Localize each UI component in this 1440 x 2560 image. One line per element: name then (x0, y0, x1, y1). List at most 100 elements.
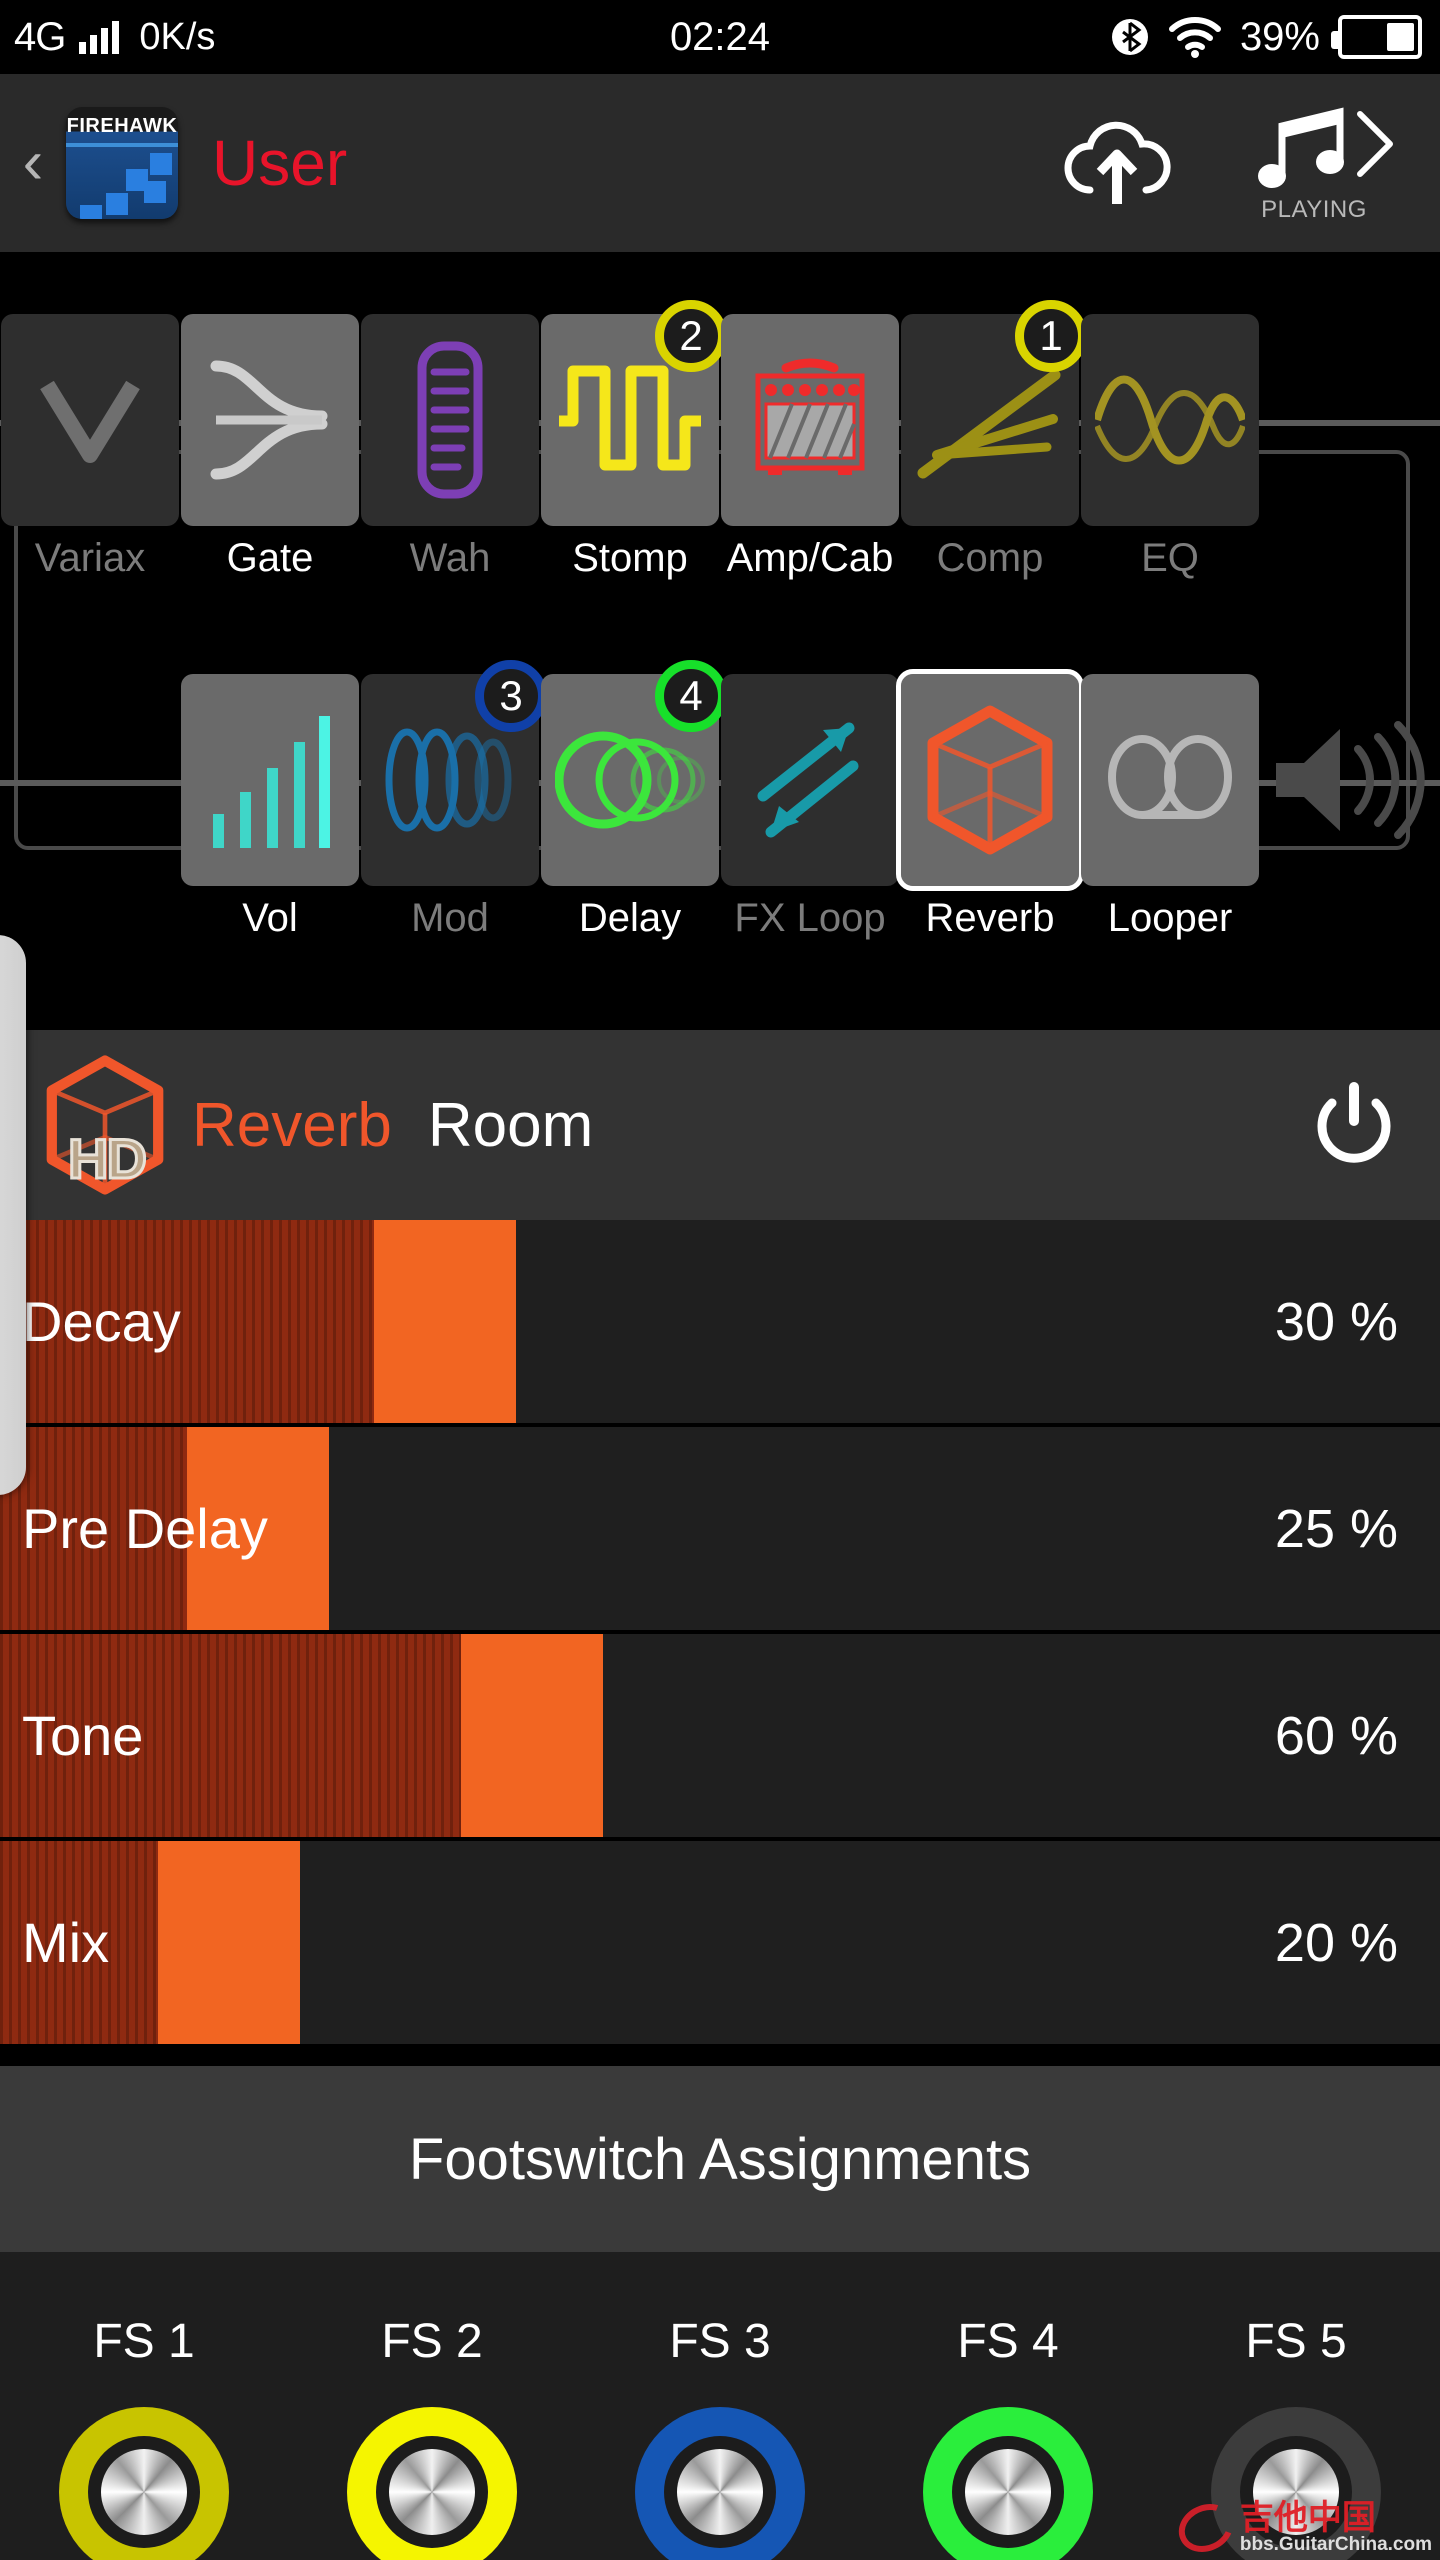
footswitch-knob[interactable] (347, 2407, 517, 2560)
effect-detail-panel: HD Reverb Room Decay 30 % Pre Delay 25 %… (0, 1030, 1440, 2048)
stomp-icon (559, 365, 701, 471)
hd-label: HD (67, 1126, 149, 1192)
chain-block-reverb[interactable]: Reverb (896, 669, 1084, 940)
chain-block-wah[interactable]: Wah (360, 314, 540, 580)
chain-tile[interactable]: 4 (541, 660, 727, 886)
cloud-upload-icon[interactable] (1062, 118, 1172, 208)
footswitch-label: FS 5 (1245, 2315, 1347, 2368)
chain-row2-head (0, 674, 180, 886)
footswitch-fs4[interactable]: FS 4 (864, 2252, 1152, 2560)
footswitch-label: FS 4 (957, 2315, 1059, 2368)
power-icon[interactable] (1310, 1081, 1398, 1169)
icon-pixel (106, 193, 128, 215)
chain-tile[interactable]: 3 (361, 660, 547, 886)
chain-block-stomp[interactable]: 2 Stomp (540, 300, 727, 580)
status-bar: 4G 0K/s 02:24 39% (0, 0, 1440, 74)
effect-model-label[interactable]: Room (428, 1090, 593, 1161)
footswitch-fs2[interactable]: FS 2 (288, 2252, 576, 2560)
footswitch-section-header[interactable]: Footswitch Assignments (0, 2062, 1440, 2252)
watermark-chinese-label: 吉他中国 (1239, 2499, 1376, 2537)
footswitch-fs1[interactable]: FS 1 (0, 2252, 288, 2560)
chain-block-amp-cab[interactable]: Amp/Cab (720, 314, 900, 580)
playing-status-label: PLAYING (1261, 196, 1367, 223)
preset-name-label[interactable]: User (212, 126, 347, 200)
chain-tile[interactable]: 1 (901, 300, 1087, 526)
footswitch-knob[interactable] (59, 2407, 229, 2560)
icon-rule (66, 143, 178, 147)
chain-block-comp[interactable]: 1 Comp (900, 300, 1087, 580)
slider-thumb[interactable] (158, 1841, 301, 2044)
speaker-icon (1276, 721, 1425, 839)
chain-row-2: Vol 3 Mod 4 Delay FX Loop Reverb Looper (0, 660, 1440, 940)
mod-wave-icon (385, 728, 512, 832)
chain-tile[interactable] (721, 314, 899, 526)
chain-block-label: EQ (1141, 536, 1199, 580)
chain-block-mod[interactable]: 3 Mod (360, 660, 547, 940)
app-screen: 4G 0K/s 02:24 39% ‹ FIREHAWK User PLAYIN… (0, 0, 1440, 2560)
wah-pedal-icon (417, 341, 483, 499)
chain-block-label: Reverb (925, 896, 1055, 940)
drawer-handle[interactable] (0, 935, 26, 1495)
chain-block-variax[interactable]: Variax (0, 314, 180, 580)
param-slider-decay[interactable]: Decay 30 % (0, 1220, 1440, 1427)
knob-cap (965, 2449, 1051, 2535)
music-note-icon (1258, 107, 1393, 188)
battery-icon (1331, 15, 1422, 59)
chain-tile[interactable] (181, 314, 359, 526)
chain-tile[interactable] (1081, 314, 1259, 526)
watermark-logo-icon (1170, 2494, 1241, 2560)
forum-watermark: 吉他中国 bbs.GuitarChina.com (1170, 2494, 1432, 2560)
chain-tile[interactable] (721, 674, 899, 886)
param-value-label: 30 % (1274, 1291, 1398, 1352)
footswitch-knob[interactable] (635, 2407, 805, 2560)
param-slider-pre-delay[interactable]: Pre Delay 25 % (0, 1427, 1440, 1634)
footswitch-fs3[interactable]: FS 3 (576, 2252, 864, 2560)
chain-badge: 3 (475, 660, 547, 732)
chain-block-fx-loop[interactable]: FX Loop (720, 674, 900, 940)
volume-bars-icon (213, 716, 330, 848)
footswitch-label: FS 2 (381, 2315, 483, 2368)
chain-block-label: Delay (578, 896, 682, 940)
chain-block-delay[interactable]: 4 Delay (540, 660, 727, 940)
chain-block-eq[interactable]: EQ (1080, 314, 1260, 580)
footswitch-label: FS 1 (93, 2315, 195, 2368)
firehawk-app-icon[interactable]: FIREHAWK (66, 107, 178, 219)
effect-header: HD Reverb Room (0, 1030, 1440, 1220)
effect-type-label: Reverb (192, 1090, 392, 1160)
footswitch-label: FS 3 (669, 2315, 771, 2368)
chain-row-1: Variax Gate Wah 2 Stomp Amp/Cab 1 Comp E… (0, 300, 1440, 580)
back-button[interactable]: ‹ (6, 132, 60, 194)
chain-tile[interactable]: 2 (541, 300, 727, 526)
eq-icon (1095, 375, 1245, 465)
chain-badge: 4 (655, 660, 727, 732)
param-name-label: Mix (22, 1911, 110, 1974)
param-slider-mix[interactable]: Mix 20 % (0, 1841, 1440, 2048)
chain-badge: 2 (655, 300, 727, 372)
knob-bezel (88, 2436, 200, 2548)
header-actions: PLAYING (1062, 104, 1440, 223)
signal-chain: Variax Gate Wah 2 Stomp Amp/Cab 1 Comp E… (0, 252, 1440, 1030)
watermark-url-label: bbs.GuitarChina.com (1239, 2534, 1432, 2555)
chain-tile[interactable] (1081, 674, 1259, 886)
chain-block-gate[interactable]: Gate (180, 314, 360, 580)
chain-tile[interactable] (361, 314, 539, 526)
param-name-label: Tone (22, 1704, 144, 1767)
knob-bezel (952, 2436, 1064, 2548)
footswitch-knob[interactable] (923, 2407, 1093, 2560)
icon-pixel (80, 205, 102, 219)
chain-tile[interactable] (896, 669, 1084, 891)
chain-tile[interactable] (181, 674, 359, 886)
now-playing-button[interactable]: PLAYING (1252, 104, 1402, 223)
chain-block-vol[interactable]: Vol (180, 674, 360, 940)
chain-row1-tail (1260, 314, 1440, 526)
clock-label: 02:24 (669, 14, 771, 59)
chain-output (1260, 674, 1440, 886)
chain-block-looper[interactable]: Looper (1080, 674, 1260, 940)
param-name-label: Pre Delay (22, 1497, 268, 1560)
param-slider-tone[interactable]: Tone 60 % (0, 1634, 1440, 1841)
comp-icon (917, 369, 1061, 479)
slider-thumb[interactable] (374, 1220, 517, 1423)
slider-thumb[interactable] (460, 1634, 603, 1837)
looper-reel-icon (1108, 735, 1232, 819)
chain-tile[interactable] (1, 314, 179, 526)
